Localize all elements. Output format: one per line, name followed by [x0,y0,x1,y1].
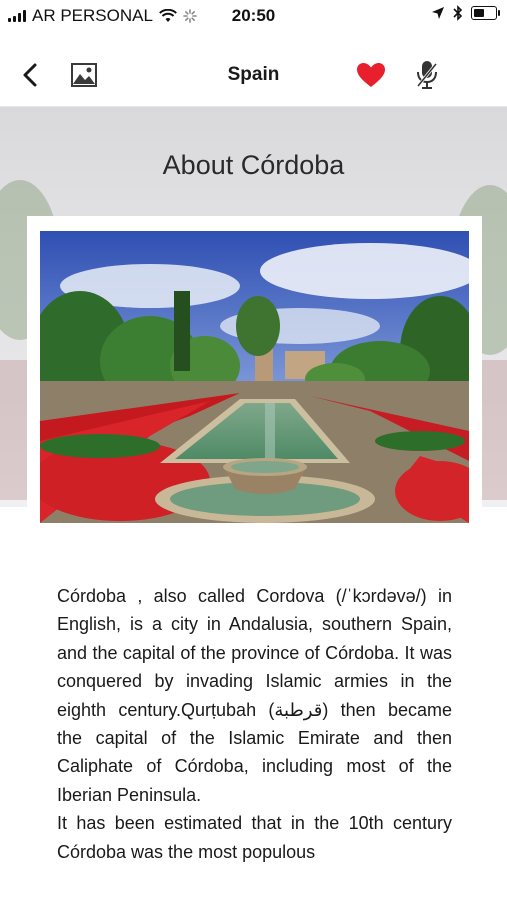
status-right [431,5,500,21]
location-arrow-icon [432,7,444,19]
heart-icon[interactable] [356,62,386,88]
bluetooth-icon [453,5,463,21]
content-card: Córdoba , also called Cordova (/ˈkɔrdəvə… [27,216,482,906]
microphone-icon[interactable] [414,60,440,90]
battery-icon [471,6,500,20]
cordoba-photo [40,231,469,523]
article-paragraph: Córdoba , also called Cordova (/ˈkɔrdəvə… [57,586,452,805]
page-heading: About Córdoba [162,150,345,180]
navigation-bar: Spain [0,40,507,107]
status-bar: AR PERSONAL 20:50 [0,0,507,32]
article-paragraph: It has been estimated that in the 10th c… [57,813,452,862]
article-text: Córdoba , also called Cordova (/ˈkɔrdəvə… [57,582,452,866]
